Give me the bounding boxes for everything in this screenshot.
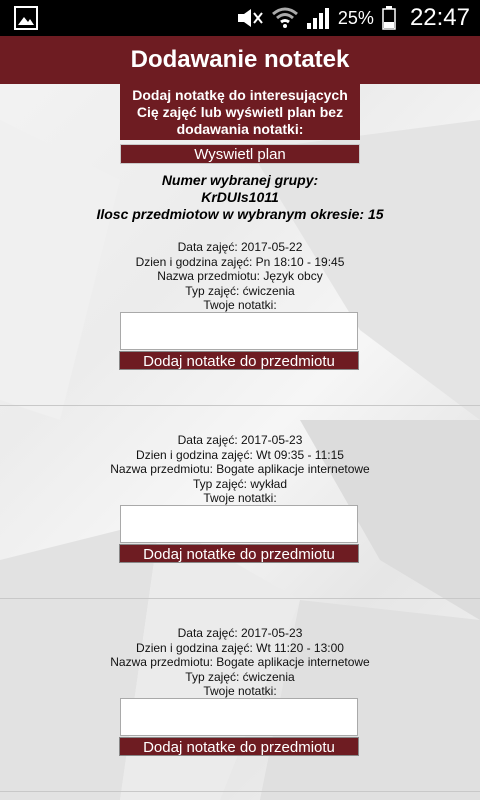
class-date: Data zajęć: 2017-05-23 [177, 626, 303, 640]
class-subject: Nazwa przedmiotu: Język obcy [157, 269, 323, 283]
class-entry: Data zajęć: 2017-05-23 Dzien i godzina z… [0, 433, 480, 563]
add-note-button[interactable]: Dodaj notatke do przedmiotu [119, 544, 359, 563]
class-entry: Data zajęć: 2017-05-23 Dzien i godzina z… [0, 626, 480, 756]
notes-label: Twoje notatki: [203, 298, 277, 312]
intro-text: Dodaj notatkę do interesujących Cię zaję… [120, 84, 360, 140]
app-bar: Dodawanie notatek [0, 36, 480, 84]
class-subject: Nazwa przedmiotu: Bogate aplikacje inter… [110, 462, 370, 476]
divider [0, 791, 480, 792]
add-note-button[interactable]: Dodaj notatke do przedmiotu [119, 351, 359, 370]
divider [0, 405, 480, 406]
class-day-time: Dzien i godzina zajęć: Pn 18:10 - 19:45 [135, 254, 345, 269]
notes-input[interactable] [120, 698, 358, 736]
notes-input[interactable] [120, 505, 358, 543]
subject-count: Ilosc przedmiotow w wybranym okresie: 15 [96, 206, 384, 222]
battery-percent: 25% [337, 7, 374, 28]
clock: 22:47 [409, 4, 470, 31]
group-info: Numer wybranej grupy: KrDUIs1011 Ilosc p… [0, 172, 480, 223]
class-type: Typ zajęć: ćwiczenia [185, 283, 295, 298]
class-day-time: Dzien i godzina zajęć: Wt 09:35 - 11:15 [136, 447, 344, 462]
mute-icon [237, 9, 263, 27]
class-type: Typ zajęć: ćwiczenia [185, 669, 295, 684]
class-type: Typ zajęć: wykład [192, 476, 288, 491]
status-bar: 25% 22:47 [0, 0, 480, 36]
class-date: Data zajęć: 2017-05-22 [177, 240, 303, 254]
wifi-icon [271, 7, 298, 28]
gallery-icon [14, 6, 38, 30]
class-entry: Data zajęć: 2017-05-22 Dzien i godzina z… [0, 240, 480, 370]
group-number-label: Numer wybranej grupy: [161, 172, 319, 188]
battery-icon [382, 6, 396, 30]
page-title: Dodawanie notatek [130, 46, 350, 73]
notes-input[interactable] [120, 312, 358, 350]
group-number: KrDUIs1011 [201, 189, 279, 205]
add-note-button[interactable]: Dodaj notatke do przedmiotu [119, 737, 359, 756]
signal-icon [306, 8, 329, 29]
notes-label: Twoje notatki: [203, 491, 277, 505]
divider [0, 598, 480, 599]
class-subject: Nazwa przedmiotu: Bogate aplikacje inter… [110, 655, 370, 669]
show-plan-button[interactable]: Wyswietl plan [120, 144, 360, 164]
notes-label: Twoje notatki: [203, 684, 277, 698]
class-day-time: Dzien i godzina zajęć: Wt 11:20 - 13:00 [136, 640, 344, 655]
class-date: Data zajęć: 2017-05-23 [177, 433, 303, 447]
